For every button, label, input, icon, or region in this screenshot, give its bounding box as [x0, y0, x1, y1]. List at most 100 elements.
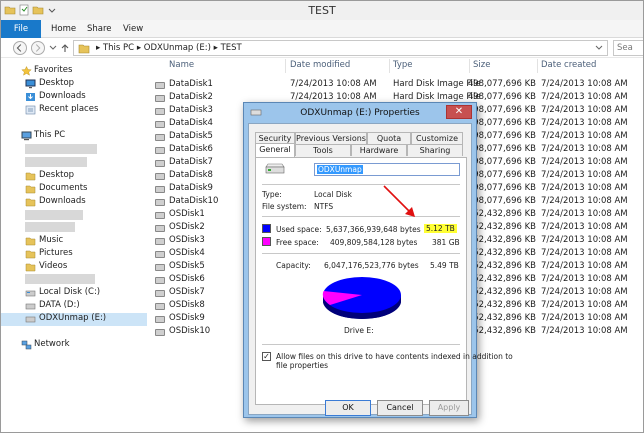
- ribbon-tabs: File Home Share View: [1, 20, 643, 38]
- column-divider[interactable]: [389, 59, 390, 73]
- disk-image-icon: [155, 199, 165, 206]
- arrow-right-icon: [35, 44, 41, 52]
- nav-item-data-d[interactable]: DATA (D:): [1, 300, 141, 313]
- arrow-left-icon: [16, 44, 22, 52]
- disk-image-icon: [155, 238, 165, 245]
- nav-this-pc[interactable]: This PC: [1, 130, 141, 143]
- redacted-item: [25, 274, 95, 284]
- nav-item-downloads-pc[interactable]: Downloads: [1, 196, 141, 209]
- ok-button[interactable]: OK: [325, 400, 371, 416]
- dialog-close-button[interactable]: ✕: [446, 105, 472, 119]
- disk-image-icon: [155, 251, 165, 258]
- chevron-down-icon[interactable]: [595, 45, 603, 51]
- disk-image-icon: [155, 225, 165, 232]
- nav-favorites[interactable]: Favorites: [1, 65, 141, 78]
- disk-image-icon: [155, 303, 165, 310]
- redacted-item: [25, 144, 97, 154]
- column-divider[interactable]: [537, 59, 538, 73]
- file-row[interactable]: DataDisk1 7/24/2013 10:08 AM Hard Disk Ima…: [148, 79, 643, 92]
- chevron-down-icon[interactable]: [49, 45, 57, 51]
- nav-item-documents[interactable]: Documents: [1, 183, 141, 196]
- disk-image-icon: [155, 95, 165, 102]
- column-divider[interactable]: [469, 59, 470, 73]
- divider: [262, 184, 460, 185]
- tab-previous-versions[interactable]: Previous Versions: [295, 132, 367, 144]
- desktop-icon: [25, 79, 36, 89]
- disk-image-icon: [155, 160, 165, 167]
- free-bytes: 409,809,584,128 bytes: [330, 238, 418, 247]
- breadcrumb-drive[interactable]: ODXUnmap (E:): [144, 43, 211, 53]
- nav-item-desktop-pc[interactable]: Desktop: [1, 170, 141, 183]
- tab-file[interactable]: File: [1, 20, 41, 38]
- redacted-item: [25, 157, 87, 167]
- breadcrumb-test[interactable]: TEST: [221, 43, 242, 53]
- divider: [262, 344, 460, 345]
- nav-item-local-disk-c[interactable]: Local Disk (C:): [1, 287, 141, 300]
- tab-customize[interactable]: Customize: [411, 132, 463, 144]
- nav-item-downloads[interactable]: Downloads: [1, 91, 141, 104]
- apply-button[interactable]: Apply: [429, 400, 469, 416]
- nav-item-odxunmap-e[interactable]: ODXUnmap (E:): [1, 313, 147, 326]
- general-panel: ODXUnmap Type: Local Disk File system: N…: [255, 157, 513, 405]
- free-label: Free space:: [276, 238, 319, 247]
- star-icon: [21, 66, 32, 76]
- column-header-size[interactable]: Size: [473, 60, 490, 72]
- fs-label: File system:: [262, 202, 307, 211]
- column-header-date-modified[interactable]: Date modified: [290, 60, 350, 72]
- back-button[interactable]: [13, 41, 27, 55]
- folder-icon: [78, 44, 90, 54]
- breadcrumb-sep: ▸: [96, 43, 103, 53]
- up-arrow-icon[interactable]: [59, 42, 71, 54]
- nav-item-videos[interactable]: Videos: [1, 261, 141, 274]
- disk-image-icon: [155, 290, 165, 297]
- column-header-name[interactable]: Name: [169, 60, 194, 72]
- index-checkbox[interactable]: ✓: [262, 352, 271, 361]
- disk-image-icon: [155, 108, 165, 115]
- tab-home[interactable]: Home: [51, 20, 76, 38]
- nav-item-recent-places[interactable]: Recent places: [1, 104, 141, 117]
- downloads-folder-icon: [25, 198, 36, 207]
- tab-view[interactable]: View: [123, 20, 143, 38]
- dialog-title: ODXUnmap (E:) Properties: [300, 108, 420, 118]
- breadcrumb-sep: ▸: [136, 43, 144, 53]
- tab-sharing[interactable]: Sharing: [407, 144, 463, 156]
- volume-name-input[interactable]: ODXUnmap: [314, 163, 460, 176]
- search-box[interactable]: Sea: [613, 40, 643, 56]
- disk-image-icon: [155, 173, 165, 180]
- breadcrumb-this-pc[interactable]: This PC: [103, 43, 134, 53]
- nav-item-music[interactable]: Music: [1, 235, 141, 248]
- disk-image-icon: [155, 212, 165, 219]
- disk-image-icon: [155, 186, 165, 193]
- column-header-type[interactable]: Type: [393, 60, 413, 72]
- disk-usage-pie: [322, 277, 401, 319]
- address-bar[interactable]: ▸ This PC ▸ ODXUnmap (E:) ▸ TEST: [73, 40, 608, 56]
- type-value: Local Disk: [314, 190, 352, 199]
- dialog-title-bar[interactable]: ODXUnmap (E:) Properties ✕: [244, 103, 476, 123]
- tab-quota[interactable]: Quota: [367, 132, 411, 144]
- nav-item-pictures[interactable]: Pictures: [1, 248, 141, 261]
- forward-button[interactable]: [31, 41, 45, 55]
- disk-image-icon: [155, 147, 165, 154]
- nav-item-desktop[interactable]: Desktop: [1, 78, 141, 91]
- free-swatch: [262, 237, 271, 246]
- downloads-icon: [26, 93, 35, 101]
- network-icon: [21, 340, 32, 350]
- column-header-date-created[interactable]: Date created: [541, 60, 596, 72]
- tab-general[interactable]: General: [255, 143, 295, 157]
- tab-tools[interactable]: Tools: [295, 144, 351, 156]
- breadcrumb-sep: ▸: [213, 43, 221, 53]
- fs-value: NTFS: [314, 202, 334, 211]
- column-divider[interactable]: [285, 59, 286, 73]
- disk-image-icon: [155, 316, 165, 323]
- title-bar: TEST: [1, 1, 643, 20]
- tab-hardware[interactable]: Hardware: [351, 144, 407, 156]
- cancel-button[interactable]: Cancel: [377, 400, 423, 416]
- videos-folder-icon: [25, 263, 36, 272]
- capacity-human: 5.49 TB: [430, 261, 459, 270]
- disk-image-icon: [155, 277, 165, 284]
- computer-icon: [21, 131, 32, 141]
- nav-network[interactable]: Network: [1, 339, 141, 352]
- disk-image-icon: [155, 121, 165, 128]
- tab-share[interactable]: Share: [87, 20, 112, 38]
- disk-image-icon: [155, 82, 165, 89]
